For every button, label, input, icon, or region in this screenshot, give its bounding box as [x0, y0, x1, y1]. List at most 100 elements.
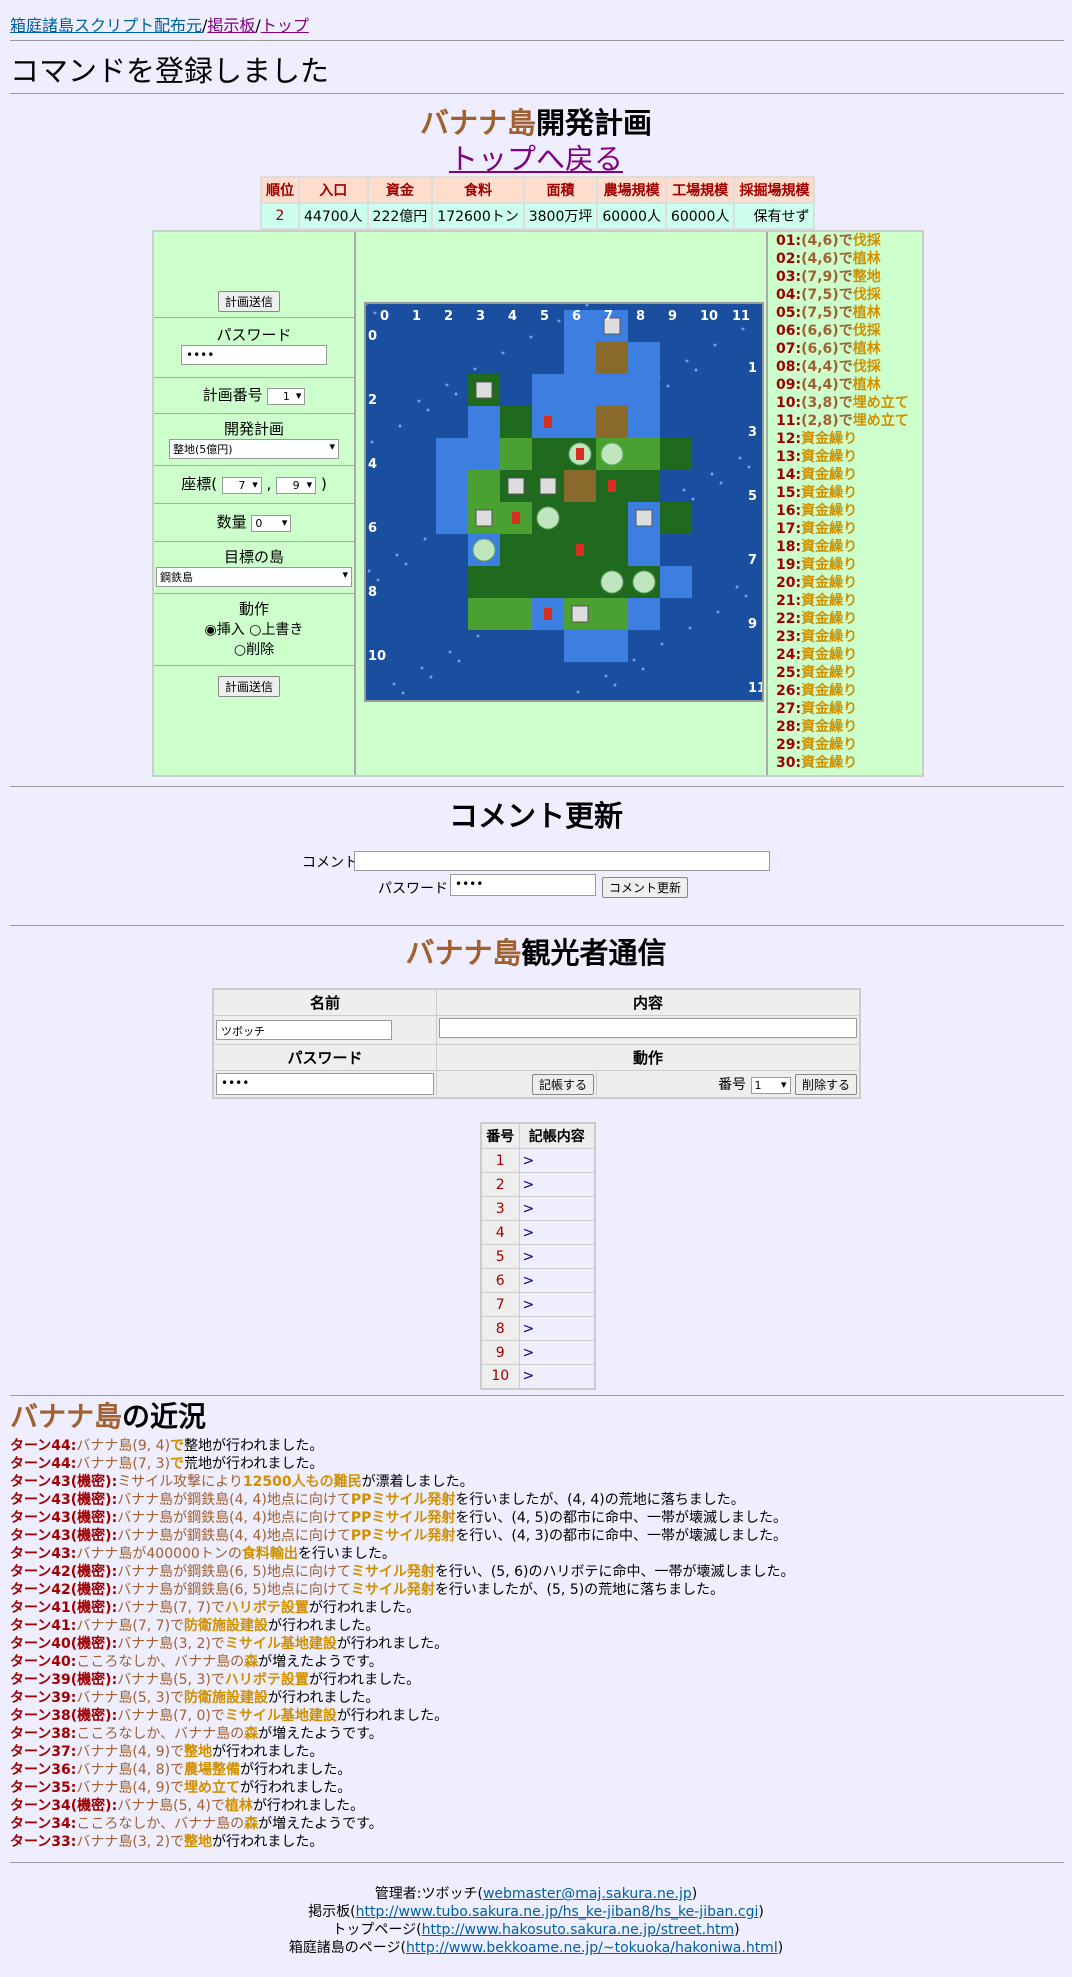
- quantity-select[interactable]: 0: [251, 515, 292, 532]
- dev-plan-select[interactable]: 整地(5億円): [169, 439, 339, 459]
- command-item[interactable]: 03:(7,9)で整地: [776, 268, 926, 286]
- comment-update-button[interactable]: コメント更新: [602, 877, 689, 898]
- visitor-number-select[interactable]: 1: [750, 1076, 791, 1094]
- wave-mark: [691, 497, 695, 501]
- action-label: 動作: [238, 600, 269, 618]
- news-segment: 食料輸出: [241, 1546, 298, 1562]
- plain-tile: [628, 438, 660, 470]
- comment-input[interactable]: [354, 851, 770, 871]
- map-col-label: 5: [540, 309, 549, 324]
- command-item[interactable]: 28:資金繰り: [776, 718, 926, 736]
- visitor-delete-button[interactable]: 削除する: [794, 1073, 857, 1095]
- news-segment: ターン38(機密):: [10, 1708, 118, 1724]
- submit-plan-button-top[interactable]: 計画送信: [218, 291, 281, 312]
- forest-tile: [500, 534, 532, 566]
- footer-hako-link[interactable]: http://www.bekkoame.ne.jp/~tokuoka/hakon…: [406, 1940, 778, 1956]
- visitor-name-input[interactable]: ツボッチ: [216, 1020, 392, 1040]
- command-item[interactable]: 15:資金繰り: [776, 484, 926, 502]
- command-item[interactable]: 27:資金繰り: [776, 700, 926, 718]
- command-number: 07:: [776, 341, 802, 357]
- map-row-label: 2: [368, 393, 377, 408]
- news-segment: ターン38:: [10, 1726, 77, 1742]
- radio-overwrite[interactable]: ○: [249, 622, 261, 638]
- comment-password-input[interactable]: ••••: [450, 874, 596, 896]
- breadcrumb-top-link[interactable]: トップ: [261, 16, 309, 35]
- news-item: ターン41:バナナ島(7, 7)で防衛施設建設が行われました。: [10, 1617, 794, 1635]
- command-particle: で: [838, 233, 853, 249]
- command-item[interactable]: 17:資金繰り: [776, 520, 926, 538]
- footer-bbs-link[interactable]: http://www.tubo.sakura.ne.jp/hs_ke-jiban…: [356, 1904, 759, 1920]
- town-tile: [507, 477, 525, 495]
- news-segment: ターン41:: [10, 1618, 77, 1634]
- target-section: 目標の島 鋼鉄島: [154, 542, 354, 594]
- news-segment: が増えたようです。: [258, 1654, 383, 1670]
- island-map-svg[interactable]: 0 1 2 3 4 5 6 7 8 9 10 11 0 1 2 3 4 5 6 7 8 9 10 11: [364, 302, 766, 700]
- map-row-label: 8: [368, 585, 377, 600]
- command-item[interactable]: 29:資金繰り: [776, 736, 926, 754]
- wave-mark: [682, 488, 686, 492]
- password-input[interactable]: ••••: [181, 345, 327, 365]
- command-item[interactable]: 23:資金繰り: [776, 628, 926, 646]
- command-item[interactable]: 04:(7,5)で伐採: [776, 286, 926, 304]
- breadcrumb-script-link[interactable]: 箱庭諸島スクリプト配布元: [10, 16, 202, 35]
- news-segment: 植林: [224, 1798, 253, 1814]
- map-row-label: 11: [748, 681, 762, 696]
- footer-bbs: 掲示板(: [308, 1904, 356, 1920]
- command-item[interactable]: 25:資金繰り: [776, 664, 926, 682]
- shallow-tile: [628, 374, 660, 406]
- coord-y-select[interactable]: 9: [276, 477, 317, 494]
- command-item[interactable]: 09:(4,4)で植林: [776, 376, 926, 394]
- command-item[interactable]: 18:資金繰り: [776, 538, 926, 556]
- command-coord: (6,6): [801, 341, 839, 357]
- command-item[interactable]: 24:資金繰り: [776, 646, 926, 664]
- news-segment: が行われました。: [252, 1798, 365, 1814]
- island-map[interactable]: 0 1 2 3 4 5 6 7 8 9 10 11 0 1 2 3 4 5 6 7 8 9 10 11: [364, 302, 766, 702]
- command-item[interactable]: 16:資金繰り: [776, 502, 926, 520]
- command-number: 25:: [776, 665, 802, 681]
- footer-top-link[interactable]: http://www.hakosuto.sakura.ne.jp/street.…: [422, 1922, 735, 1938]
- command-item[interactable]: 11:(2,8)で埋め立て: [776, 412, 926, 430]
- target-island-select[interactable]: 鋼鉄島: [156, 567, 352, 587]
- command-item[interactable]: 20:資金繰り: [776, 574, 926, 592]
- command-kind: 資金繰り: [801, 755, 858, 771]
- command-item[interactable]: 06:(6,6)で伐採: [776, 322, 926, 340]
- town-tile: [475, 381, 493, 399]
- command-kind: 植林: [852, 341, 881, 357]
- command-item[interactable]: 21:資金繰り: [776, 592, 926, 610]
- visitor-password-input[interactable]: ••••: [216, 1073, 434, 1095]
- command-item[interactable]: 13:資金繰り: [776, 448, 926, 466]
- command-item[interactable]: 08:(4,4)で伐採: [776, 358, 926, 376]
- command-item[interactable]: 07:(6,6)で植林: [776, 340, 926, 358]
- shallow-tile: [564, 342, 596, 374]
- back-to-top-link[interactable]: トップへ戻る: [449, 142, 623, 176]
- command-item[interactable]: 22:資金繰り: [776, 610, 926, 628]
- footer-admin-mail-link[interactable]: webmaster@maj.sakura.ne.jp: [483, 1886, 692, 1902]
- visitor-content-input[interactable]: [439, 1018, 857, 1038]
- footer-bbs-end: ): [758, 1904, 764, 1920]
- log-number: 3: [480, 1196, 520, 1221]
- command-item[interactable]: 26:資金繰り: [776, 682, 926, 700]
- radio-delete[interactable]: ○: [234, 642, 246, 658]
- command-item[interactable]: 14:資金繰り: [776, 466, 926, 484]
- command-number: 02:: [776, 251, 802, 267]
- breadcrumb-bbs-link[interactable]: 掲示板: [207, 16, 255, 35]
- command-item[interactable]: 30:資金繰り: [776, 754, 926, 772]
- plan-number-select[interactable]: 1: [267, 388, 306, 405]
- news-segment: を行いましたが、(5, 5)の荒地に落ちました。: [434, 1582, 725, 1598]
- wave-mark: [747, 465, 751, 469]
- command-particle: で: [838, 377, 853, 393]
- visitor-number-label: 番号: [718, 1076, 747, 1093]
- command-item[interactable]: 19:資金繰り: [776, 556, 926, 574]
- command-item[interactable]: 12:資金繰り: [776, 430, 926, 448]
- command-kind: 資金繰り: [801, 503, 858, 519]
- shallow-tile: [628, 534, 660, 566]
- command-number: 09:: [776, 377, 802, 393]
- command-item[interactable]: 01:(4,6)で伐採: [776, 232, 926, 250]
- radio-insert[interactable]: ◉: [205, 622, 217, 638]
- command-item[interactable]: 02:(4,6)で植林: [776, 250, 926, 268]
- command-item[interactable]: 05:(7,5)で植林: [776, 304, 926, 322]
- command-item[interactable]: 10:(3,8)で埋め立て: [776, 394, 926, 412]
- visitor-write-button[interactable]: 記帳する: [531, 1073, 594, 1095]
- submit-plan-button-bottom[interactable]: 計画送信: [218, 676, 281, 697]
- coord-x-select[interactable]: 7: [221, 477, 262, 494]
